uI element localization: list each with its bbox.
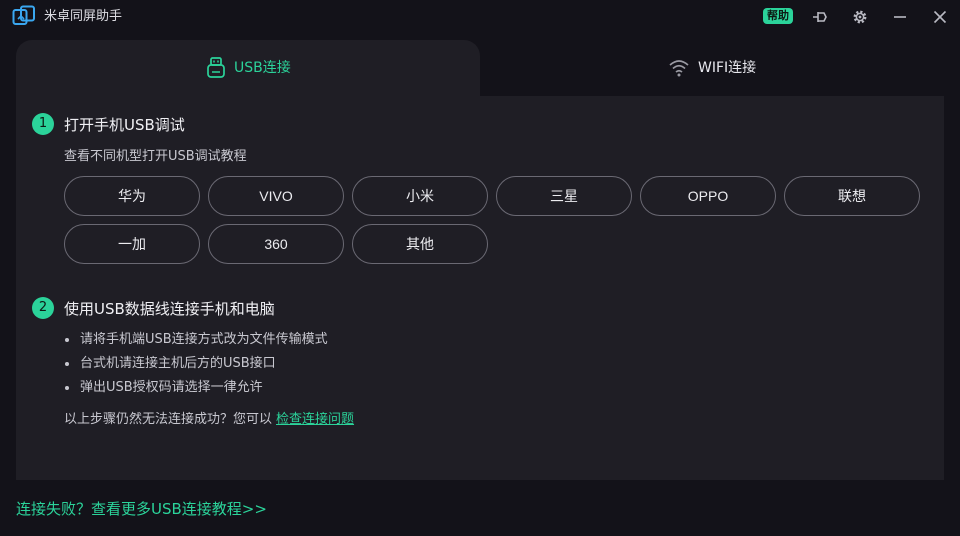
help-button[interactable]: 帮助 <box>763 8 793 24</box>
tab-usb-content: USB连接 <box>206 56 291 80</box>
tab-usb[interactable]: USB连接 <box>16 40 480 98</box>
step1-title: 打开手机USB调试 <box>64 116 185 134</box>
step1-number: 1 <box>32 113 54 135</box>
step2-instructions: 请将手机端USB连接方式改为文件传输模式 台式机请连接主机后方的USB接口 弹出… <box>64 328 328 400</box>
title-bar: 米卓同屏助手 帮助 <box>0 0 960 34</box>
usb-panel: 1 打开手机USB调试 查看不同机型打开USB调试教程 华为 VIVO 小米 三… <box>16 96 944 480</box>
close-icon[interactable] <box>930 7 950 27</box>
app-title: 米卓同屏助手 <box>44 9 123 24</box>
more-tutorials-link[interactable]: 连接失败？查看更多USB连接教程>> <box>16 498 267 520</box>
step2-title: 使用USB数据线连接手机和电脑 <box>64 300 275 318</box>
instruction-item: 弹出USB授权码请选择一律允许 <box>64 376 328 400</box>
step1-subtitle: 查看不同机型打开USB调试教程 <box>64 149 247 164</box>
pin-icon[interactable] <box>810 7 830 27</box>
brand-button-lenovo[interactable]: 联想 <box>784 176 920 216</box>
brand-button-360[interactable]: 360 <box>208 224 344 264</box>
brand-button-huawei[interactable]: 华为 <box>64 176 200 216</box>
instruction-item: 请将手机端USB连接方式改为文件传输模式 <box>64 328 328 352</box>
instruction-item: 台式机请连接主机后方的USB接口 <box>64 352 328 376</box>
tab-usb-label: USB连接 <box>234 60 291 76</box>
gear-icon[interactable] <box>850 7 870 27</box>
brand-button-xiaomi[interactable]: 小米 <box>352 176 488 216</box>
wifi-icon <box>669 60 689 77</box>
brand-button-samsung[interactable]: 三星 <box>496 176 632 216</box>
tab-wifi[interactable]: WIFI连接 <box>480 40 944 96</box>
tab-wifi-label: WIFI连接 <box>698 60 757 76</box>
check-connection-link[interactable]: 检查连接问题 <box>276 412 354 427</box>
app-window: 米卓同屏助手 帮助 USB连接 WIFI连接 1 打开手机USB调试 查看不同机… <box>0 0 960 536</box>
help-prefix: 以上步骤仍然无法连接成功？您可以 <box>64 412 273 427</box>
tab-wifi-content: WIFI连接 <box>668 56 756 80</box>
app-logo-icon <box>12 5 35 25</box>
brand-button-oppo[interactable]: OPPO <box>640 176 776 216</box>
brand-button-oneplus[interactable]: 一加 <box>64 224 200 264</box>
minimize-icon[interactable] <box>890 7 910 27</box>
brand-button-vivo[interactable]: VIVO <box>208 176 344 216</box>
step2-number: 2 <box>32 297 54 319</box>
help-line: 以上步骤仍然无法连接成功？您可以 检查连接问题 <box>64 410 354 430</box>
brand-button-other[interactable]: 其他 <box>352 224 488 264</box>
usb-icon <box>207 57 225 78</box>
